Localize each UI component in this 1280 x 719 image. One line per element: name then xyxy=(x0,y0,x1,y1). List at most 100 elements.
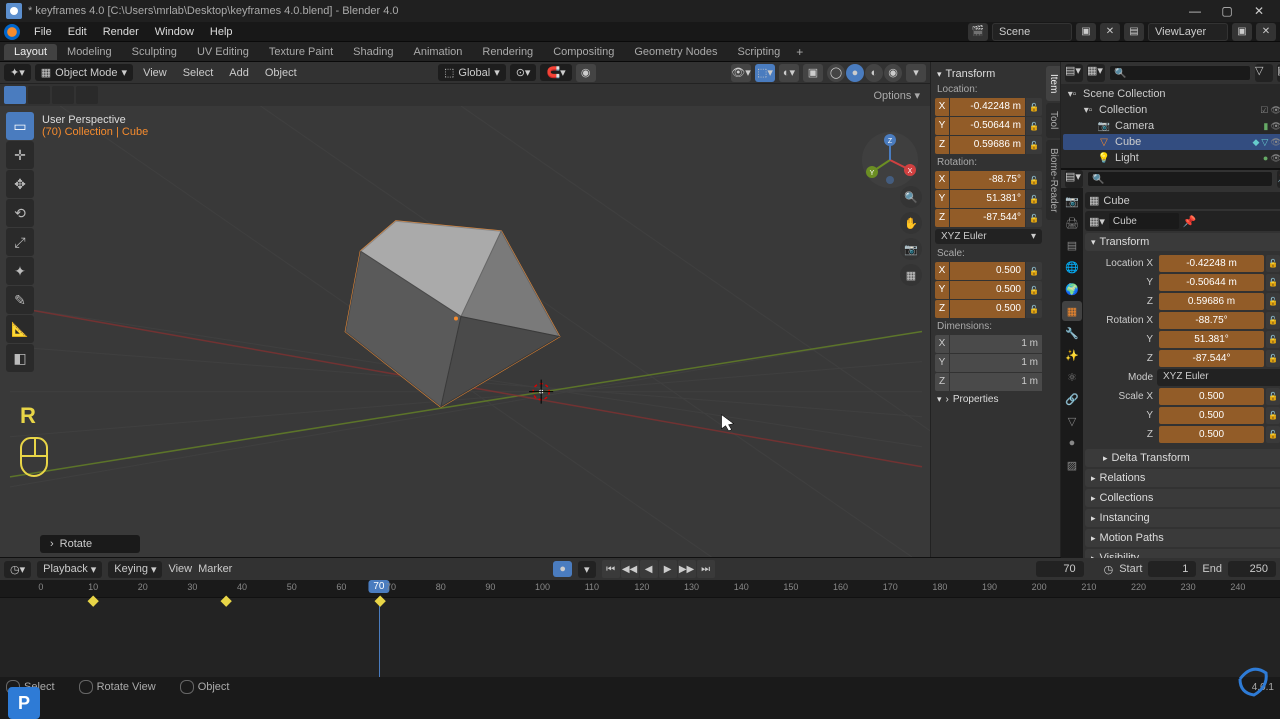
tool-rotate[interactable]: ⟲ xyxy=(6,199,34,227)
lock-icon[interactable]: 🔓 xyxy=(1026,136,1042,154)
jump-end[interactable]: ⏭ xyxy=(697,560,715,578)
tool-measure[interactable]: 📐 xyxy=(6,315,34,343)
snap-dropdown[interactable]: 🧲▾ xyxy=(540,64,571,81)
vp-menu-object[interactable]: Object xyxy=(259,67,303,79)
add-workspace-button[interactable]: + xyxy=(790,45,809,59)
ntab-item[interactable]: Item xyxy=(1046,66,1060,101)
options-label[interactable]: Options ▾ xyxy=(868,89,927,102)
autokey-dropdown[interactable]: ▾ xyxy=(578,561,596,578)
scene-icon[interactable]: 🎬 xyxy=(968,23,988,41)
timeline-body[interactable] xyxy=(0,598,1280,677)
editor-type-dropdown[interactable]: ✦▾ xyxy=(4,64,31,81)
outliner-scene-collection[interactable]: ▾▫ Scene Collection xyxy=(1063,86,1280,102)
tab-sculpting[interactable]: Sculpting xyxy=(122,44,187,60)
tlmenu-keying[interactable]: Keying ▾ xyxy=(108,561,162,578)
ptab-output[interactable]: 🖨 xyxy=(1062,213,1082,233)
lock-icon[interactable]: 🔓 xyxy=(1026,190,1042,208)
ntab-tool[interactable]: Tool xyxy=(1046,103,1060,137)
outliner-type-dropdown[interactable]: ▤▾ xyxy=(1065,64,1083,82)
n-dim-x[interactable]: 1 m xyxy=(950,335,1042,353)
lock-icon[interactable]: 🔓 xyxy=(1026,98,1042,116)
vp-menu-view[interactable]: View xyxy=(137,67,173,79)
tab-shading[interactable]: Shading xyxy=(343,44,403,60)
keyframe-icon[interactable] xyxy=(88,596,99,607)
start-frame[interactable]: 1 xyxy=(1148,561,1196,577)
p-scl-x[interactable]: 0.500 xyxy=(1159,388,1264,405)
viewlayer-icon[interactable]: ▤ xyxy=(1124,23,1144,41)
tool-scale[interactable]: ⤢ xyxy=(6,228,34,256)
outliner-camera[interactable]: 📷 Camera ▮👁📷 xyxy=(1063,118,1280,134)
outliner-collection[interactable]: ▾▫ Collection ☑👁📷 xyxy=(1063,102,1280,118)
tool-select[interactable]: ▭ xyxy=(6,112,34,140)
tab-layout[interactable]: Layout xyxy=(4,44,57,60)
gizmo-button[interactable]: ⬚▾ xyxy=(755,64,775,82)
tlmenu-marker[interactable]: Marker xyxy=(198,563,232,575)
viewport-canvas[interactable]: User Perspective (70) Collection | Cube … xyxy=(0,106,930,557)
minimize-button[interactable]: — xyxy=(1180,1,1210,21)
photoshop-icon[interactable]: P xyxy=(8,687,40,719)
visibility-button[interactable]: 👁▾ xyxy=(731,64,751,82)
n-loc-y[interactable]: -0.50644 m xyxy=(950,117,1025,135)
tab-compositing[interactable]: Compositing xyxy=(543,44,624,60)
npanel-properties-header[interactable]: › Properties xyxy=(933,392,1044,407)
npanel-transform-header[interactable]: Transform xyxy=(933,66,1044,82)
n-rotation-mode[interactable]: XYZ Euler▾ xyxy=(935,229,1042,244)
n-loc-x[interactable]: -0.42248 m xyxy=(950,98,1025,116)
lock-icon[interactable]: 🔓 xyxy=(1026,117,1042,135)
n-scl-y[interactable]: 0.500 xyxy=(950,281,1025,299)
ptab-material[interactable]: ● xyxy=(1062,433,1082,453)
preview-range-button[interactable]: ◷ xyxy=(1104,563,1114,576)
maximize-button[interactable]: ▢ xyxy=(1212,1,1242,21)
shading-dropdown[interactable]: ▾ xyxy=(906,64,926,82)
lock-icon[interactable]: 🔓 xyxy=(1026,262,1042,280)
camera-button[interactable]: 📷 xyxy=(900,238,922,260)
zoom-button[interactable]: 🔍 xyxy=(900,186,922,208)
current-frame[interactable]: 70 xyxy=(1036,561,1084,577)
close-button[interactable]: ✕ xyxy=(1244,1,1274,21)
pin-icon[interactable]: 📌 xyxy=(1183,215,1197,228)
orientation-dropdown[interactable]: ⬚ Global ▾ xyxy=(438,64,506,81)
nav-gizmo[interactable]: Y X Z xyxy=(860,130,920,190)
viewlayer-name-input[interactable] xyxy=(1148,23,1228,41)
ptab-render[interactable]: 📷 xyxy=(1062,191,1082,211)
mode-dropdown[interactable]: ▦ Object Mode ▾ xyxy=(35,64,133,81)
perspective-toggle[interactable]: ▦ xyxy=(900,264,922,286)
p-loc-x[interactable]: -0.42248 m xyxy=(1159,255,1264,272)
tab-modeling[interactable]: Modeling xyxy=(57,44,122,60)
ptab-physics[interactable]: ⚛ xyxy=(1062,367,1082,387)
delete-scene-button[interactable]: ✕ xyxy=(1100,23,1120,41)
autokey-button[interactable]: ● xyxy=(553,561,572,577)
menu-help[interactable]: Help xyxy=(202,26,241,38)
tab-rendering[interactable]: Rendering xyxy=(472,44,543,60)
select-mode-4[interactable] xyxy=(76,86,98,104)
n-rot-z[interactable]: -87.544° xyxy=(950,209,1025,227)
proportional-button[interactable]: ◉ xyxy=(576,64,596,82)
prev-key[interactable]: ◀◀ xyxy=(621,560,639,578)
new-scene-button[interactable]: ▣ xyxy=(1076,23,1096,41)
tlmenu-view[interactable]: View xyxy=(168,563,192,575)
p-scl-y[interactable]: 0.500 xyxy=(1159,407,1264,424)
n-rot-y[interactable]: 51.381° xyxy=(950,190,1025,208)
pivot-dropdown[interactable]: ⊙▾ xyxy=(510,64,537,81)
tab-animation[interactable]: Animation xyxy=(404,44,473,60)
ptab-texture[interactable]: ▨ xyxy=(1062,455,1082,475)
ptab-scene[interactable]: 🌐 xyxy=(1062,257,1082,277)
select-mode-2[interactable] xyxy=(28,86,50,104)
psec-relations[interactable]: Relations xyxy=(1085,469,1280,487)
outliner-cube[interactable]: ▽ Cube ◆▽👁📷 xyxy=(1063,134,1280,150)
props-type-dropdown[interactable]: ▤▾ xyxy=(1065,170,1083,188)
jump-start[interactable]: ⏮ xyxy=(602,560,620,578)
tool-transform[interactable]: ✦ xyxy=(6,257,34,285)
n-loc-z[interactable]: 0.59686 m xyxy=(950,136,1025,154)
play[interactable]: ▶ xyxy=(659,560,677,578)
object-name-input[interactable] xyxy=(1109,213,1179,229)
shade-material[interactable]: ◐ xyxy=(865,64,883,82)
tool-addcube[interactable]: ◧ xyxy=(6,344,34,372)
p-rot-y[interactable]: 51.381° xyxy=(1159,331,1264,348)
outliner-filter[interactable]: ▽ xyxy=(1255,64,1273,82)
p-loc-y[interactable]: -0.50644 m xyxy=(1159,274,1264,291)
ptab-object[interactable]: ▦ xyxy=(1062,301,1082,321)
overlays-button[interactable]: ◐▾ xyxy=(779,64,799,82)
menu-file[interactable]: File xyxy=(26,26,60,38)
n-dim-y[interactable]: 1 m xyxy=(950,354,1042,372)
